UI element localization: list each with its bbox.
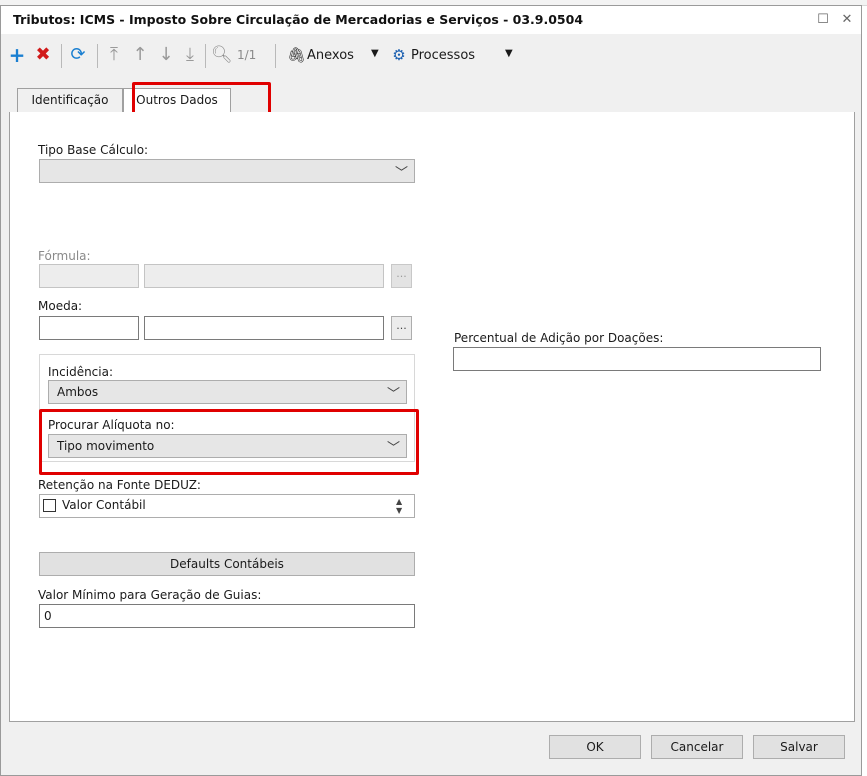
window-title: Tributos: ICMS - Imposto Sobre Circulaçã… (13, 12, 584, 27)
tab-panel: Tipo Base Cálculo: ﹀ Fórmula: ... Moeda:… (9, 112, 855, 722)
formula-code-field (39, 264, 139, 288)
percentual-field[interactable] (453, 347, 821, 371)
toolbar: + ✖ ⟳ ⤒ ↑ ↓ ⤓ 🔍︎ 1/1 🖇︎ Anexos ▼ ⚙ Proce… (1, 34, 861, 78)
tipo-base-calculo-select[interactable]: ﹀ (39, 159, 415, 183)
tipo-base-calculo-label: Tipo Base Cálculo: (38, 143, 149, 157)
retencao-list: Valor Contábil ▲ ▼ (39, 494, 415, 518)
first-record-icon[interactable]: ⤒ (105, 43, 123, 67)
chevron-down-icon: ﹀ (386, 441, 400, 456)
procurar-aliquota-label: Procurar Alíquota no: (48, 418, 175, 432)
incidencia-select[interactable]: Ambos ﹀ (48, 380, 407, 404)
chevron-down-icon[interactable]: ▼ (505, 48, 513, 59)
button-bar: OK Cancelar Salvar (1, 723, 861, 775)
select-value: Tipo movimento (57, 439, 155, 453)
gear-icon: ⚙ (392, 46, 406, 64)
spinner-icon[interactable]: ▲ ▼ (396, 497, 402, 515)
maximize-icon[interactable]: ☐ (813, 10, 833, 30)
valor-minimo-value: 0 (44, 609, 52, 623)
paperclip-icon: 🖇︎ (287, 46, 307, 64)
delete-icon[interactable]: ✖ (33, 43, 53, 67)
select-value: Ambos (57, 385, 99, 399)
next-record-icon[interactable]: ↓ (157, 43, 175, 67)
toolbar-separator (97, 44, 98, 68)
incidencia-label: Incidência: (48, 365, 114, 379)
chevron-down-icon: ﹀ (386, 387, 400, 402)
valor-minimo-label: Valor Mínimo para Geração de Guias: (38, 588, 262, 602)
processos-menu[interactable]: Processos (411, 48, 475, 63)
previous-record-icon[interactable]: ↑ (131, 43, 149, 67)
dialog-window: Tributos: ICMS - Imposto Sobre Circulaçã… (0, 5, 862, 776)
valor-contabil-label: Valor Contábil (62, 498, 146, 512)
valor-minimo-field[interactable]: 0 (39, 604, 415, 628)
save-button[interactable]: Salvar (753, 735, 845, 759)
last-record-icon[interactable]: ⤓ (181, 43, 199, 67)
tab-identificacao[interactable]: Identificação (17, 88, 123, 113)
toolbar-separator (205, 44, 206, 68)
toolbar-separator (61, 44, 62, 68)
anexos-menu[interactable]: Anexos (307, 48, 354, 63)
toolbar-separator (275, 44, 276, 68)
procurar-aliquota-select[interactable]: Tipo movimento ﹀ (48, 434, 407, 458)
ok-button[interactable]: OK (549, 735, 641, 759)
percentual-label: Percentual de Adição por Doações: (454, 331, 664, 345)
search-icon[interactable]: 🔍︎ (211, 43, 233, 67)
formula-label: Fórmula: (38, 249, 91, 263)
add-icon[interactable]: + (7, 43, 27, 67)
chevron-down-icon[interactable]: ▼ (371, 48, 379, 59)
page-indicator: 1/1 (237, 48, 257, 62)
chevron-down-icon: ﹀ (394, 166, 408, 181)
moeda-description-field[interactable] (144, 316, 384, 340)
close-icon[interactable]: ✕ (837, 10, 857, 30)
moeda-label: Moeda: (38, 299, 83, 313)
defaults-contabeis-button[interactable]: Defaults Contábeis (39, 552, 415, 576)
valor-contabil-checkbox[interactable] (43, 499, 56, 512)
moeda-lookup-button[interactable]: ... (391, 316, 412, 340)
tab-label: Identificação (31, 93, 109, 107)
formula-description-field (144, 264, 384, 288)
moeda-code-field[interactable] (39, 316, 139, 340)
formula-lookup-button: ... (391, 264, 412, 288)
title-bar: Tributos: ICMS - Imposto Sobre Circulaçã… (1, 6, 861, 34)
cancel-button[interactable]: Cancelar (651, 735, 743, 759)
refresh-icon[interactable]: ⟳ (67, 43, 89, 67)
retencao-label: Retenção na Fonte DEDUZ: (38, 478, 201, 492)
